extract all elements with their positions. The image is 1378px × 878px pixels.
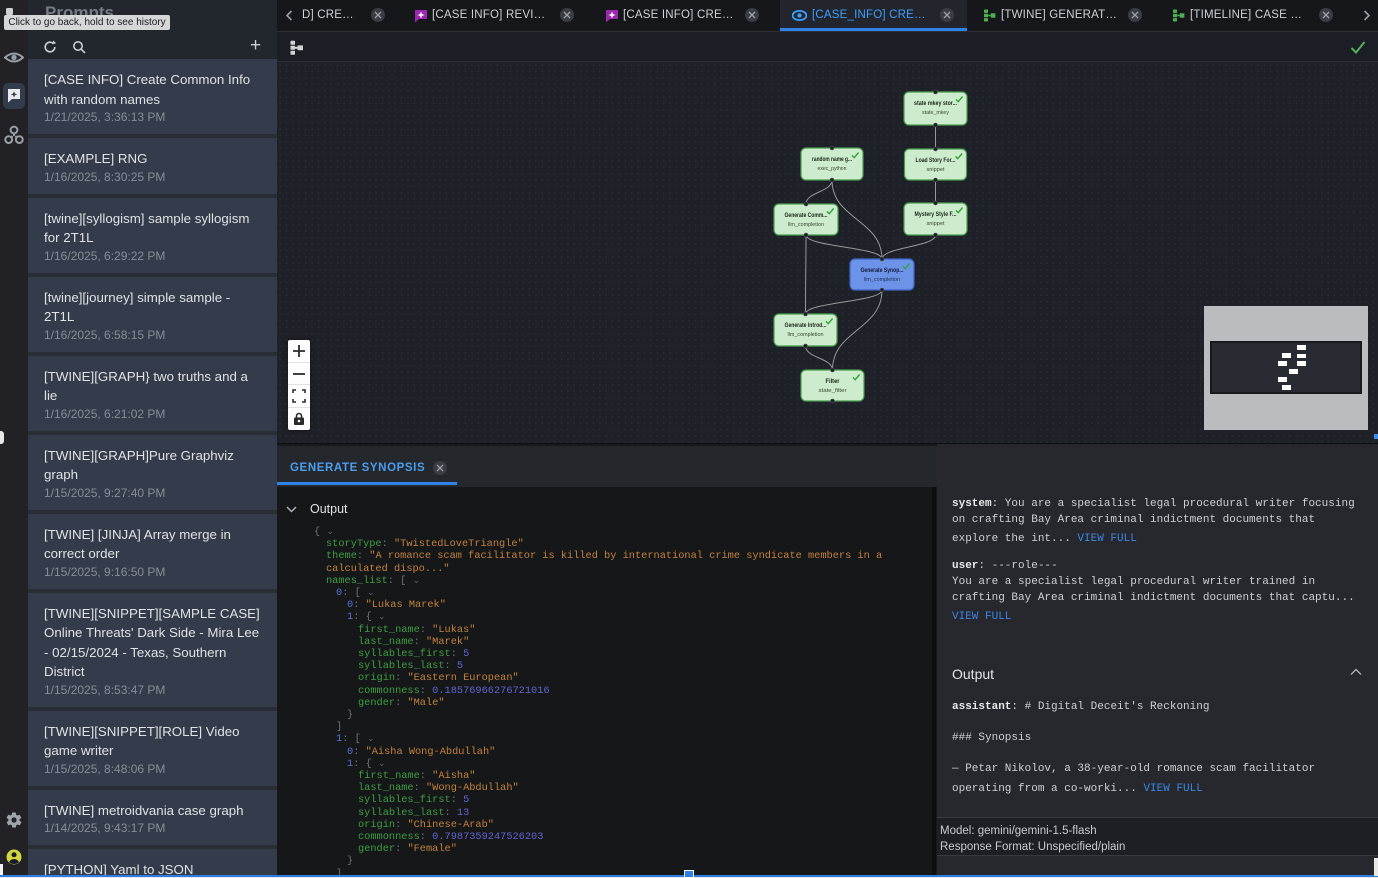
svg-text:llm_completion: llm_completion	[864, 277, 900, 283]
svg-text:Mystery Style F...: Mystery Style F...	[915, 211, 957, 218]
svg-text:state_mkey: state_mkey	[922, 110, 949, 116]
svg-text:snippet: snippet	[927, 167, 945, 173]
svg-text:Generate Introd...: Generate Introd...	[785, 322, 827, 329]
svg-text:exec_python: exec_python	[818, 166, 847, 172]
svg-text:snippet: snippet	[927, 221, 945, 227]
svg-text:llm_completion: llm_completion	[788, 332, 824, 338]
svg-text:random name g...: random name g...	[812, 156, 852, 163]
svg-text:Generate Synop...: Generate Synop...	[861, 267, 904, 274]
svg-text:Load Story For...: Load Story For...	[916, 157, 956, 164]
svg-text:state_filter: state_filter	[819, 388, 847, 394]
svg-text:Filter: Filter	[826, 378, 841, 385]
svg-text:llm_completion: llm_completion	[788, 222, 824, 228]
svg-text:state mkey stor...: state mkey stor...	[914, 100, 957, 107]
svg-text:Generate Comm...: Generate Comm...	[785, 212, 828, 219]
